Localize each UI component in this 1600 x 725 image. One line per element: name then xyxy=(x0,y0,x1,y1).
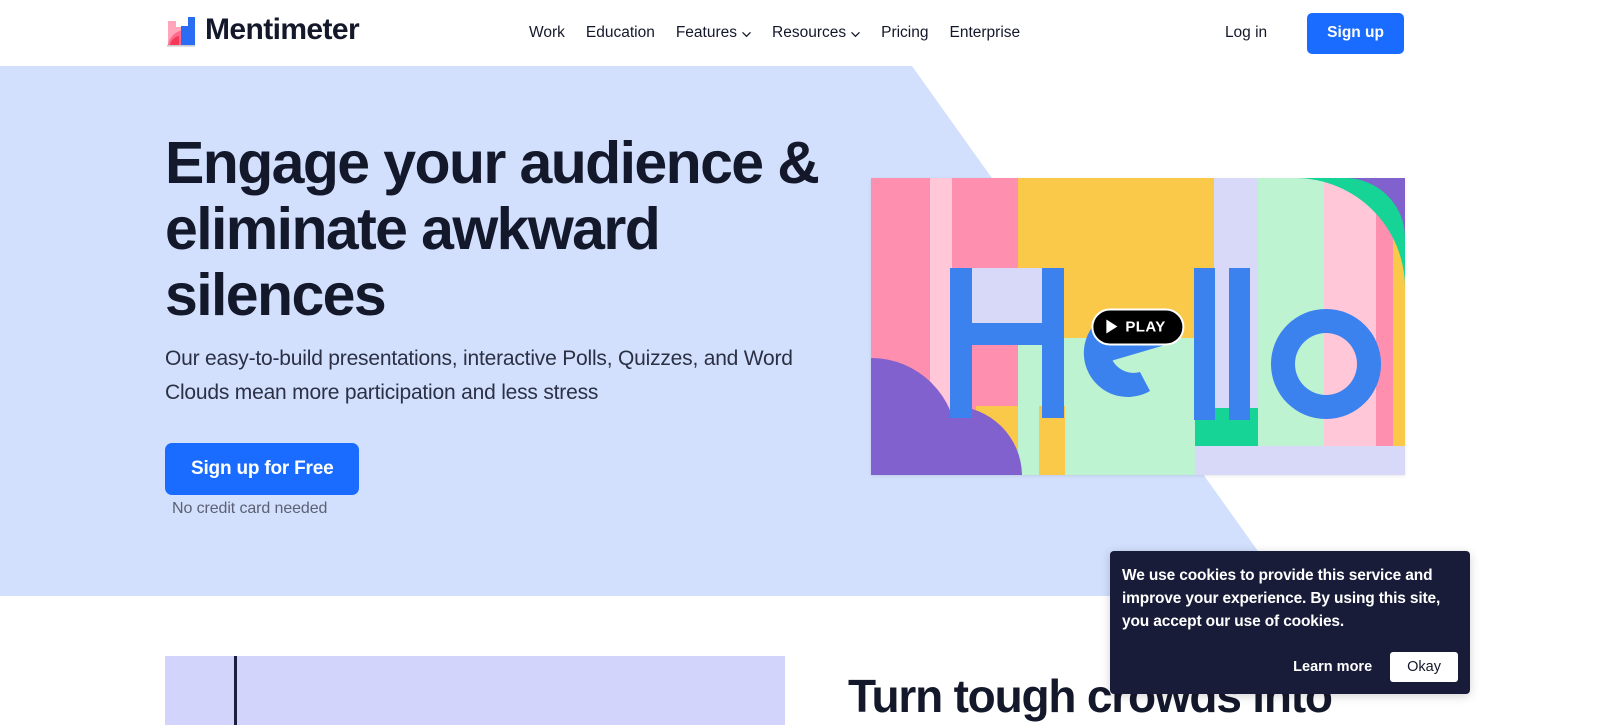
play-button[interactable]: PLAY xyxy=(1091,308,1185,345)
cookie-message: We use cookies to provide this service a… xyxy=(1122,567,1441,630)
signup-button[interactable]: Sign up xyxy=(1307,12,1404,54)
bar-chart-logo-icon xyxy=(167,17,195,47)
nav-label-education: Education xyxy=(585,24,655,42)
header-actions: Log in Sign up xyxy=(1225,0,1404,66)
brand-name: Mentimeter xyxy=(205,13,360,46)
nav-item-pricing[interactable]: Pricing xyxy=(881,19,928,47)
nav-item-enterprise[interactable]: Enterprise xyxy=(950,19,1021,47)
page-root: Turn tough crowds into Engage your audie… xyxy=(0,0,1600,725)
chevron-down-icon xyxy=(742,31,751,37)
nav-label-enterprise: Enterprise xyxy=(949,24,1021,42)
nav-item-resources[interactable]: Resources xyxy=(772,19,860,47)
nav-label-pricing: Pricing xyxy=(881,24,929,42)
hero-subtitle: Our easy-to-build presentations, interac… xyxy=(165,347,793,404)
nav-item-work[interactable]: Work xyxy=(529,19,565,47)
signup-free-button[interactable]: Sign up for Free xyxy=(165,443,360,495)
cookie-okay-button[interactable]: Okay xyxy=(1390,652,1458,682)
hero-video-thumbnail[interactable]: PLAY xyxy=(871,178,1405,475)
no-credit-card-note: No credit card needed xyxy=(172,500,328,517)
site-header: Mentimeter Work Education Features Resou… xyxy=(0,0,1600,66)
cookie-learn-more-link[interactable]: Learn more xyxy=(1293,659,1372,675)
cookie-actions: Learn more Okay xyxy=(1293,652,1458,682)
nav-item-education[interactable]: Education xyxy=(586,19,655,47)
play-triangle-icon xyxy=(1106,319,1118,334)
nav-label-work: Work xyxy=(529,24,565,42)
play-button-label: PLAY xyxy=(1125,318,1166,335)
chevron-down-icon xyxy=(851,31,860,37)
brand-logo[interactable]: Mentimeter xyxy=(165,13,360,47)
hero-title: Engage your audience & eliminate awkward… xyxy=(165,130,820,328)
nav-label-resources: Resources xyxy=(772,24,847,42)
main-navigation: Work Education Features Resources Pricin… xyxy=(529,0,1020,66)
cookie-banner: We use cookies to provide this service a… xyxy=(1110,551,1470,694)
lower-vertical-rule xyxy=(234,656,237,725)
nav-label-features: Features xyxy=(675,24,738,42)
nav-item-features[interactable]: Features xyxy=(676,19,751,47)
login-link[interactable]: Log in xyxy=(1225,24,1267,42)
lower-illustration-panel xyxy=(165,656,785,725)
